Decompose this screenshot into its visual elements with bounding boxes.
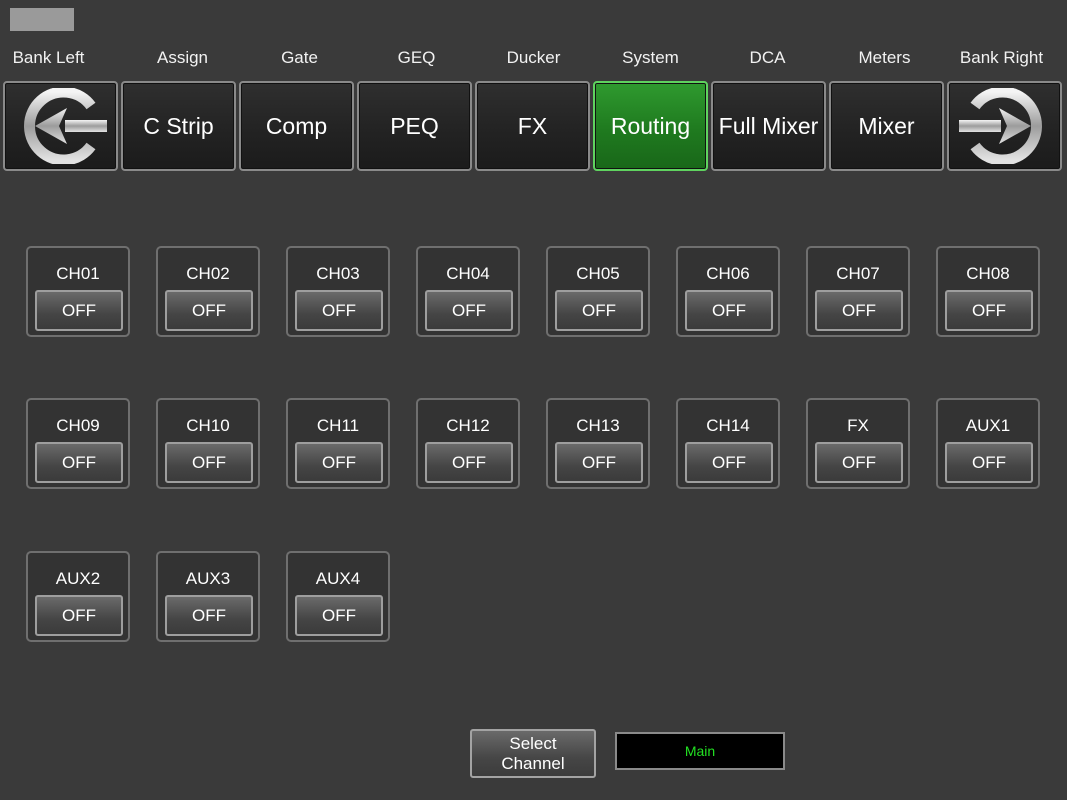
channel-toggle-button[interactable]: OFF <box>685 290 773 331</box>
channel-card-aux1: AUX1 OFF <box>936 398 1040 489</box>
tab-peq[interactable]: PEQ <box>357 81 472 171</box>
channel-card-ch13: CH13 OFF <box>546 398 650 489</box>
channel-label: AUX3 <box>185 569 231 588</box>
channel-card-ch14: CH14 OFF <box>676 398 780 489</box>
channel-toggle-button[interactable]: OFF <box>945 290 1033 331</box>
channel-toggle-button[interactable]: OFF <box>815 290 903 331</box>
channel-label: FX <box>847 416 869 435</box>
channel-toggle-button[interactable]: OFF <box>35 290 123 331</box>
channel-card-ch11: CH11 OFF <box>286 398 390 489</box>
label-gate: Gate <box>281 48 318 67</box>
channel-card-ch06: CH06 OFF <box>676 246 780 337</box>
channel-card-ch01: CH01 OFF <box>26 246 130 337</box>
channel-label: AUX2 <box>55 569 101 588</box>
channel-label: AUX1 <box>965 416 1011 435</box>
channel-label: CH07 <box>836 264 880 283</box>
channel-card-ch12: CH12 OFF <box>416 398 520 489</box>
channel-toggle-button[interactable]: OFF <box>425 290 513 331</box>
channel-card-ch05: CH05 OFF <box>546 246 650 337</box>
channel-label: CH12 <box>446 416 490 435</box>
channel-toggle-button[interactable]: OFF <box>815 442 903 483</box>
label-system: System <box>622 48 679 67</box>
channel-card-ch10: CH10 OFF <box>156 398 260 489</box>
channel-label: CH06 <box>706 264 750 283</box>
label-ducker: Ducker <box>506 48 561 67</box>
status-indicator <box>10 8 74 31</box>
channel-toggle-button[interactable]: OFF <box>555 290 643 331</box>
channel-label: CH11 <box>316 416 360 435</box>
channel-card-ch08: CH08 OFF <box>936 246 1040 337</box>
channel-toggle-button[interactable]: OFF <box>165 595 253 636</box>
label-assign: Assign <box>156 48 209 67</box>
channel-card-aux2: AUX2 OFF <box>26 551 130 642</box>
channel-label: CH04 <box>446 264 490 283</box>
bank-left-button[interactable] <box>3 81 118 171</box>
channel-label: CH10 <box>186 416 230 435</box>
tab-routing[interactable]: Routing <box>593 81 708 171</box>
channel-toggle-button[interactable]: OFF <box>295 595 383 636</box>
channel-card-ch02: CH02 OFF <box>156 246 260 337</box>
label-dca: DCA <box>749 48 786 67</box>
channel-toggle-button[interactable]: OFF <box>945 442 1033 483</box>
tab-comp[interactable]: Comp <box>239 81 354 171</box>
channel-toggle-button[interactable]: OFF <box>555 442 643 483</box>
channel-toggle-button[interactable]: OFF <box>165 290 253 331</box>
channel-card-aux3: AUX3 OFF <box>156 551 260 642</box>
function-labels-row: Bank Left Assign Gate GEQ Ducker System … <box>0 48 1067 72</box>
channel-card-ch07: CH07 OFF <box>806 246 910 337</box>
channel-card-ch04: CH04 OFF <box>416 246 520 337</box>
label-bank-right: Bank Right <box>959 48 1044 67</box>
channel-label: CH03 <box>316 264 360 283</box>
channel-toggle-button[interactable]: OFF <box>295 442 383 483</box>
bank-right-arrow-icon <box>958 88 1042 164</box>
tab-mixer[interactable]: Mixer <box>829 81 944 171</box>
channel-toggle-button[interactable]: OFF <box>165 442 253 483</box>
tab-c-strip[interactable]: C Strip <box>121 81 236 171</box>
channel-toggle-button[interactable]: OFF <box>295 290 383 331</box>
channel-card-aux4: AUX4 OFF <box>286 551 390 642</box>
channel-label: CH05 <box>576 264 620 283</box>
bank-left-arrow-icon <box>23 88 107 164</box>
bus-display: Main <box>615 732 785 770</box>
channel-label: CH08 <box>966 264 1010 283</box>
channel-card-ch09: CH09 OFF <box>26 398 130 489</box>
tab-full-mixer[interactable]: Full Mixer <box>711 81 826 171</box>
channel-label: AUX4 <box>315 569 361 588</box>
channel-card-ch03: CH03 OFF <box>286 246 390 337</box>
select-channel-button[interactable]: Select Channel <box>470 729 596 778</box>
channel-label: CH14 <box>706 416 750 435</box>
channel-label: CH09 <box>56 416 100 435</box>
channel-toggle-button[interactable]: OFF <box>35 595 123 636</box>
channel-label: CH02 <box>186 264 230 283</box>
label-meters: Meters <box>858 48 911 67</box>
label-bank-left: Bank Left <box>12 48 85 67</box>
bank-right-button[interactable] <box>947 81 1062 171</box>
channel-toggle-button[interactable]: OFF <box>425 442 513 483</box>
channel-card-fx: FX OFF <box>806 398 910 489</box>
tab-fx[interactable]: FX <box>475 81 590 171</box>
channel-toggle-button[interactable]: OFF <box>35 442 123 483</box>
channel-label: CH01 <box>56 264 100 283</box>
channel-toggle-button[interactable]: OFF <box>685 442 773 483</box>
label-geq: GEQ <box>397 48 436 67</box>
channel-label: CH13 <box>576 416 620 435</box>
